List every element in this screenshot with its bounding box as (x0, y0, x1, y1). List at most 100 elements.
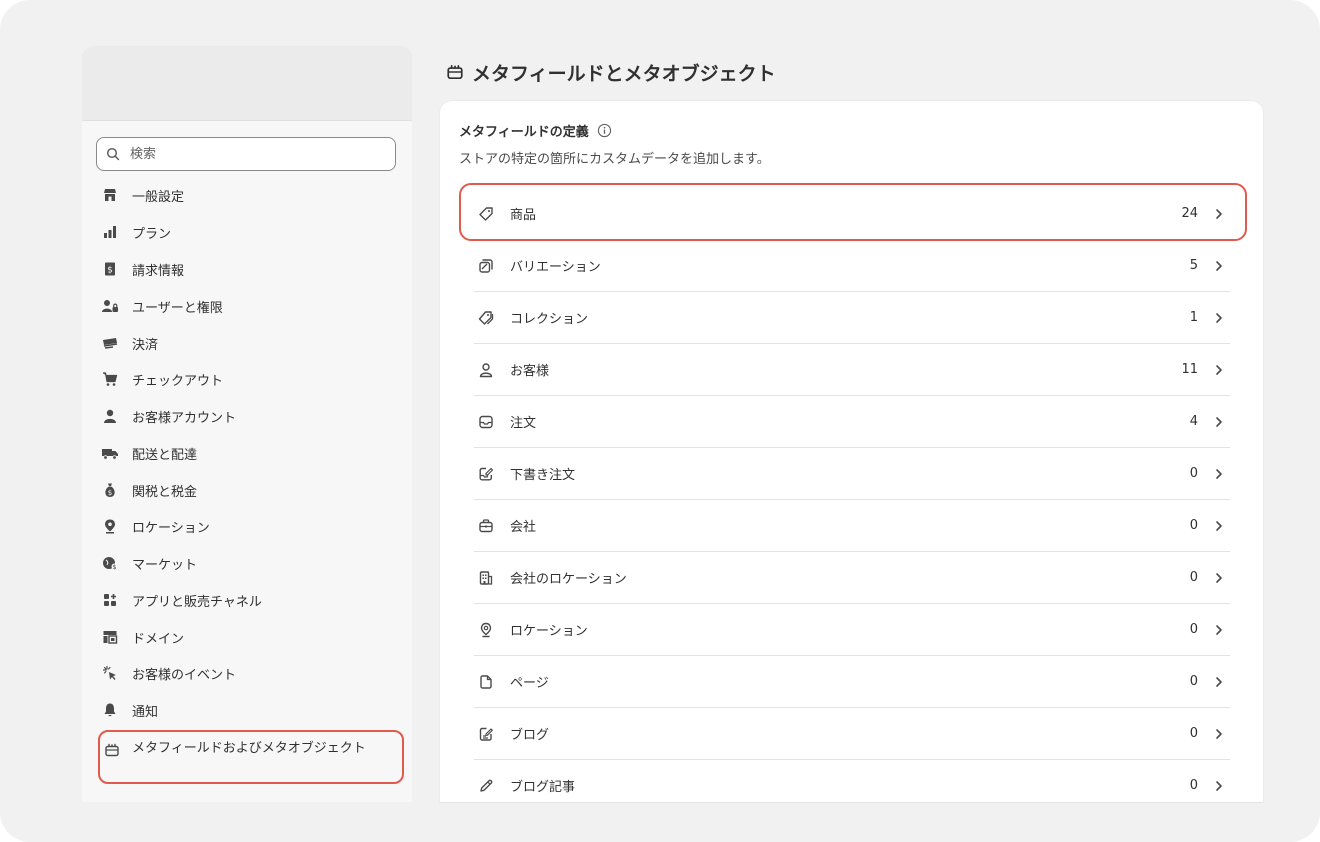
products-row-highlight (459, 183, 1247, 241)
cursor-click-icon (100, 663, 120, 683)
search-icon (106, 147, 120, 161)
sidebar-item-payments[interactable]: 決済 (100, 329, 396, 357)
resource-count: 0 (1189, 726, 1198, 741)
resource-count: 5 (1189, 258, 1198, 273)
sidebar-item-label: 一般設定 (132, 189, 185, 205)
resource-label: ブログ記事 (510, 780, 576, 795)
sidebar-item-checkout[interactable]: チェックアウト (100, 365, 396, 393)
resource-count: 0 (1189, 622, 1198, 637)
sidebar-item-plan[interactable]: プラン (100, 218, 396, 246)
sidebar-item-label: 関税と税金 (132, 484, 198, 500)
sidebar-item-general[interactable]: 一般設定 (100, 181, 396, 209)
sidebar-item-customer-accounts[interactable]: お客様アカウント (100, 402, 396, 430)
sidebar-item-label: アプリと販売チャネル (132, 594, 262, 610)
search-box[interactable] (96, 137, 396, 171)
page-icon (476, 672, 496, 692)
chevron-right-icon (1212, 520, 1226, 532)
sidebar-item-billing[interactable]: $ 請求情報 (100, 255, 396, 283)
sidebar-item-label: メタフィールドおよびメタオブジェクト (132, 741, 366, 756)
sidebar-header (82, 46, 412, 121)
draft-order-icon (476, 464, 496, 484)
resource-row-blogs[interactable]: ブログ 0 (474, 708, 1230, 760)
sidebar-item-label: ユーザーと権限 (132, 300, 223, 316)
sidebar-body: 一般設定 プラン $ 請求情報 ユーザーと権限 決済 チェックアウト (82, 121, 412, 802)
plan-chart-icon (100, 222, 120, 242)
location-outline-icon (476, 620, 496, 640)
resource-label: バリエーション (510, 260, 601, 275)
chevron-right-icon (1212, 728, 1226, 740)
sidebar-item-domains[interactable]: ドメイン (100, 623, 396, 651)
svg-text:$: $ (108, 489, 112, 497)
resource-count: 0 (1189, 466, 1198, 481)
sidebar-item-label: ロケーション (132, 520, 210, 536)
resource-row-orders[interactable]: 注文 4 (474, 396, 1230, 448)
resource-row-company-locations[interactable]: 会社のロケーション 0 (474, 552, 1230, 604)
metafields-icon (102, 740, 122, 760)
domain-icon (100, 627, 120, 647)
metafields-icon (447, 64, 463, 80)
sidebar-item-label: 決済 (132, 337, 159, 353)
sidebar-item-label: お客様アカウント (132, 410, 237, 426)
inbox-icon (476, 412, 496, 432)
person-outline-icon (476, 360, 496, 380)
chevron-right-icon (1212, 364, 1226, 376)
resource-label: 下書き注文 (510, 468, 576, 483)
sidebar-item-notifications[interactable]: 通知 (100, 696, 396, 724)
receipt-icon: $ (100, 259, 120, 279)
collection-tag-icon (476, 308, 496, 328)
chevron-right-icon (1212, 416, 1226, 428)
cart-icon (100, 369, 120, 389)
bell-icon (100, 700, 120, 720)
search-input[interactable] (128, 145, 372, 163)
sidebar-item-shipping[interactable]: 配送と配達 (100, 439, 396, 467)
sidebar-item-metafields[interactable]: メタフィールドおよびメタオブジェクト (98, 730, 404, 784)
building-icon (476, 568, 496, 588)
sidebar-item-label: お客様のイベント (132, 667, 237, 683)
resource-row-pages[interactable]: ページ 0 (474, 656, 1230, 708)
location-pin-icon (100, 516, 120, 536)
sidebar-item-label: マーケット (132, 557, 198, 573)
briefcase-icon (476, 516, 496, 536)
chevron-right-icon (1212, 676, 1226, 688)
page-title: メタフィールドとメタオブジェクト (446, 58, 776, 86)
sidebar-item-users[interactable]: ユーザーと権限 (100, 292, 396, 320)
resource-row-companies[interactable]: 会社 0 (474, 500, 1230, 552)
sidebar-item-apps[interactable]: アプリと販売チャネル (100, 586, 396, 614)
resource-label: コレクション (510, 312, 589, 327)
blog-icon (476, 724, 496, 744)
chevron-right-icon (1212, 624, 1226, 636)
resource-row-locations[interactable]: ロケーション 0 (474, 604, 1230, 656)
resource-row-draft-orders[interactable]: 下書き注文 0 (474, 448, 1230, 500)
resource-label: 会社 (510, 520, 537, 535)
resource-row-collections[interactable]: コレクション 1 (474, 292, 1230, 344)
card-title: メタフィールドの定義 (459, 121, 612, 140)
chevron-right-icon (1212, 260, 1226, 272)
resource-label: 注文 (510, 416, 537, 431)
resource-count: 1 (1189, 310, 1198, 325)
sidebar-item-label: 請求情報 (132, 263, 185, 279)
globe-icon: $ (100, 553, 120, 573)
sidebar-item-markets[interactable]: $ マーケット (100, 549, 396, 577)
resource-row-customers[interactable]: お客様 11 (474, 344, 1230, 396)
resource-row-variants[interactable]: バリエーション 5 (474, 240, 1230, 292)
info-icon[interactable] (597, 123, 612, 138)
svg-text:$: $ (112, 563, 116, 571)
sidebar-item-taxes[interactable]: $ 関税と税金 (100, 476, 396, 504)
resource-count: 0 (1189, 518, 1198, 533)
resource-row-blog-posts[interactable]: ブログ記事 0 (474, 760, 1230, 802)
card-description: ストアの特定の箇所にカスタムデータを追加します。 (459, 152, 770, 167)
sidebar-item-customer-events[interactable]: お客様のイベント (100, 659, 396, 687)
resource-label: お客様 (510, 364, 550, 379)
sidebar-item-label: ドメイン (132, 631, 185, 647)
resource-count: 0 (1189, 778, 1198, 793)
sidebar-item-locations[interactable]: ロケーション (100, 512, 396, 540)
sidebar-item-label: プラン (132, 226, 172, 242)
page-title-text: メタフィールドとメタオブジェクト (472, 62, 776, 85)
chevron-right-icon (1212, 572, 1226, 584)
sidebar-item-label: チェックアウト (132, 373, 224, 389)
apps-icon (100, 590, 120, 610)
chevron-right-icon (1212, 312, 1226, 324)
person-icon (100, 406, 120, 426)
users-lock-icon (100, 296, 120, 316)
resource-label: ロケーション (510, 624, 588, 639)
